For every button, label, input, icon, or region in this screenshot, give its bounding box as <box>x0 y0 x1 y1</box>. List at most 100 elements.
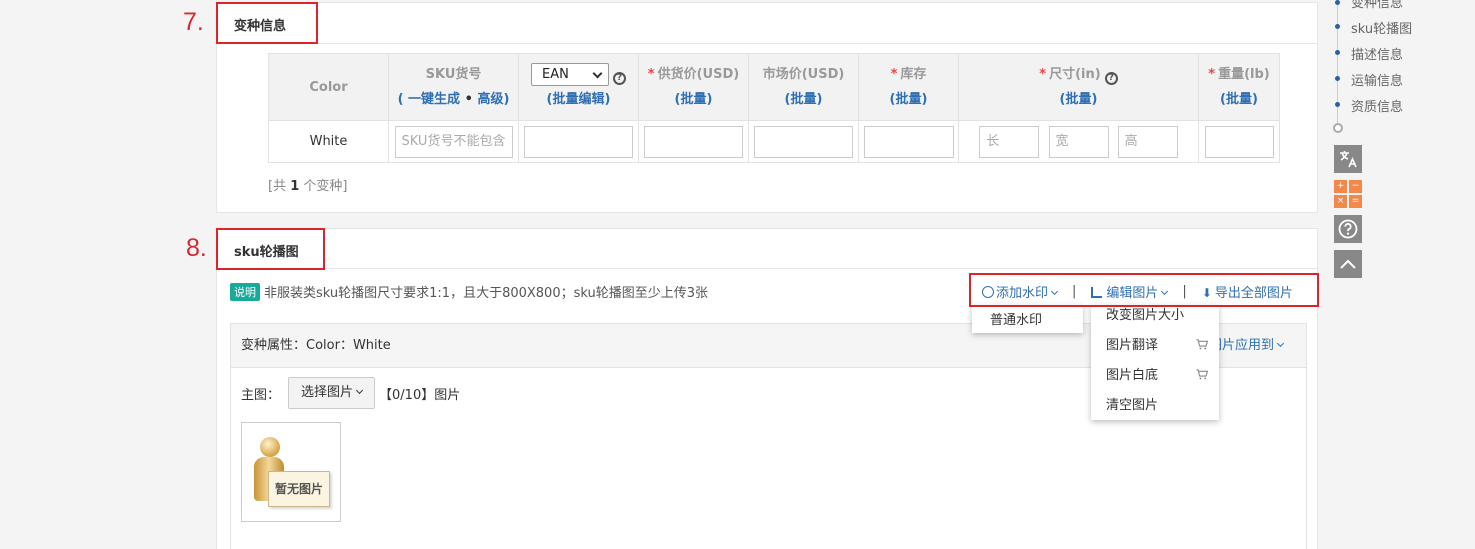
batch-link-supply-price[interactable]: (批量) <box>639 87 748 112</box>
table-row: White SKU货号不能包含 长 宽 高 <box>268 120 1280 163</box>
highlight-box-variant <box>216 2 318 44</box>
menu-item-label: 图片翻译 <box>1106 338 1159 353</box>
chevron-down-icon <box>1276 339 1285 348</box>
variant-table: Color SKU货号 ( 一键生成 • 高级) EAN? (批量编辑) * 供货… <box>268 53 1280 163</box>
menu-item-label: 图片白底 <box>1106 368 1159 383</box>
divider <box>217 268 1317 269</box>
calc-minus: − <box>1349 180 1362 193</box>
stock-input[interactable] <box>863 125 954 158</box>
col-header-ean: EAN? (批量编辑) <box>518 53 639 121</box>
menu-item-label: 改变图片大小 <box>1106 308 1185 323</box>
apply-images-to-link[interactable]: 图片应用到 <box>1209 324 1285 368</box>
menu-item-clear-images[interactable]: 清空图片 <box>1091 395 1219 425</box>
note-text: 非服装类sku轮播图尺寸要求1:1，且大于800X800；sku轮播图至少上传3… <box>264 286 709 301</box>
size-width-input[interactable]: 宽 <box>1048 125 1109 158</box>
count-suffix: 个变种] <box>299 179 348 194</box>
col-header-sku: SKU货号 ( 一键生成 • 高级) <box>388 53 519 121</box>
col-header-color: Color <box>268 53 389 121</box>
help-icon[interactable]: ? <box>1104 72 1118 85</box>
calculator-icon[interactable]: + − × = <box>1334 180 1362 208</box>
required-mark: * <box>1039 67 1047 82</box>
menu-item-translate[interactable]: 图片翻译 <box>1091 335 1219 365</box>
note-tag: 说明 <box>230 283 260 301</box>
variant-attr-label: 变种属性：Color：White <box>241 338 391 353</box>
menu-item-normal-watermark[interactable]: 普通水印 <box>990 309 1083 328</box>
sku-input[interactable]: SKU货号不能包含 <box>394 125 513 158</box>
ean-select[interactable]: EAN <box>531 63 609 86</box>
cart-icon <box>1196 339 1209 350</box>
header-label: 尺寸(in) <box>1049 67 1101 82</box>
menu-item-white-background[interactable]: 图片白底 <box>1091 365 1219 395</box>
placeholder-figure: 暂无图片 <box>246 431 336 521</box>
dot-separator: • <box>460 92 478 107</box>
header-label: Color <box>309 79 348 95</box>
watermark-menu: 普通水印 <box>972 305 1083 333</box>
market-price-input[interactable] <box>754 125 853 158</box>
ean-input[interactable] <box>524 125 633 158</box>
nav-item-variant[interactable]: 变种信息 <box>1351 0 1403 11</box>
nav-item-shipping[interactable]: 运输信息 <box>1351 70 1403 89</box>
supply-price-input[interactable] <box>644 125 743 158</box>
nav-dot <box>1335 0 1340 5</box>
count-prefix: [共 <box>268 179 291 194</box>
highlight-box-toolbar <box>969 273 1319 307</box>
weight-input[interactable] <box>1204 125 1274 158</box>
image-requirement-note: 说明 非服装类sku轮播图尺寸要求1:1，且大于800X800；sku轮播图至少上… <box>230 282 708 301</box>
chevron-down-icon <box>355 386 364 395</box>
back-to-top-icon[interactable] <box>1334 250 1362 278</box>
batch-edit-link[interactable]: (批量编辑) <box>519 87 638 112</box>
calc-equals: = <box>1349 195 1362 208</box>
nav-item-description[interactable]: 描述信息 <box>1351 44 1403 63</box>
image-count: 【0/10】图片 <box>379 387 461 403</box>
table-header-row: Color SKU货号 ( 一键生成 • 高级) EAN? (批量编辑) * 供货… <box>268 53 1280 121</box>
col-header-supply-price: * 供货价(USD) (批量) <box>638 53 749 121</box>
step-number-8: 8. <box>186 234 207 262</box>
translate-icon[interactable] <box>1334 145 1362 173</box>
generate-sku-link[interactable]: 一键生成 <box>408 92 460 107</box>
count-value: 1 <box>290 179 300 194</box>
button-label: 选择图片 <box>301 385 354 400</box>
batch-link-size[interactable]: (批量) <box>959 87 1198 112</box>
edit-image-menu: 改变图片大小 图片翻译 图片白底 清空图片 <box>1091 305 1219 420</box>
paren: ) <box>503 92 510 107</box>
header-label: 库存 <box>900 67 927 82</box>
batch-link-weight[interactable]: (批量) <box>1199 87 1279 112</box>
menu-item-resize[interactable]: 改变图片大小 <box>1091 305 1219 335</box>
main-image-label: 主图： <box>241 387 281 403</box>
required-mark: * <box>647 67 655 82</box>
col-header-stock: * 库存 (批量) <box>858 53 959 121</box>
nav-dot <box>1335 76 1340 81</box>
choose-image-button[interactable]: 选择图片 <box>288 377 376 409</box>
size-length-input[interactable]: 长 <box>979 125 1040 158</box>
batch-link-stock[interactable]: (批量) <box>859 87 958 112</box>
nav-timeline <box>1337 0 1338 128</box>
required-mark: * <box>890 67 898 82</box>
variant-count: [共 1 个变种] <box>268 175 347 194</box>
sku-actions: ( 一键生成 • 高级) <box>389 87 518 112</box>
size-height-input[interactable]: 高 <box>1117 125 1178 158</box>
help-icon[interactable]: ? <box>613 72 626 85</box>
header-label: 供货价(USD) <box>657 67 740 82</box>
no-image-placeholder[interactable]: 暂无图片 <box>241 422 341 522</box>
paren: ( <box>397 92 409 107</box>
menu-item-label: 清空图片 <box>1106 398 1159 413</box>
nav-item-sku-carousel[interactable]: sku轮播图 <box>1351 18 1412 37</box>
no-image-sign: 暂无图片 <box>268 471 330 507</box>
nav-dot <box>1335 102 1340 107</box>
col-header-weight: * 重量(lb) (批量) <box>1198 53 1280 121</box>
help-icon[interactable] <box>1334 215 1362 243</box>
batch-link-market-price[interactable]: (批量) <box>749 87 858 112</box>
col-header-size: * 尺寸(in)? (批量) <box>958 53 1199 121</box>
nav-dot <box>1335 50 1340 55</box>
col-header-market-price: 市场价(USD) (批量) <box>748 53 859 121</box>
figure-head <box>260 437 280 457</box>
highlight-box-sku <box>216 228 325 270</box>
variant-info-panel: 变种信息 Color SKU货号 ( 一键生成 • 高级) EAN? (批量编辑… <box>216 2 1318 213</box>
advanced-sku-link[interactable]: 高级 <box>477 92 503 107</box>
header-label: 市场价(USD) <box>762 67 845 82</box>
nav-end-circle <box>1333 123 1343 133</box>
nav-item-qualification[interactable]: 资质信息 <box>1351 96 1403 115</box>
calc-plus: + <box>1334 180 1347 193</box>
step-number-7: 7. <box>183 8 204 36</box>
header-label: 重量(lb) <box>1218 67 1270 82</box>
